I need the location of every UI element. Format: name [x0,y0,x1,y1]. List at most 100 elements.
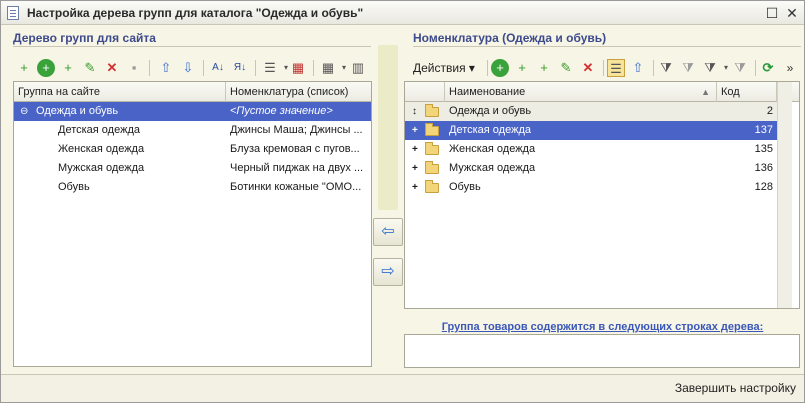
add-copy-icon[interactable]: + [535,59,553,77]
hierarchy-view-icon[interactable]: ☰ [607,59,625,77]
table-row[interactable]: ↕ Одежда и обувь 2 [405,102,777,121]
info-label: Группа товаров содержится в следующих ст… [441,321,764,333]
save-icon[interactable]: ▪ [125,59,143,77]
table-row[interactable]: + Мужская одежда 136 [405,159,777,178]
add-folder-icon[interactable]: + [15,59,33,77]
column-header-name[interactable]: Наименование ▲ [445,82,717,102]
main-window: Настройка дерева групп для каталога "Оде… [0,0,805,403]
add-copy-icon[interactable]: + [59,59,77,77]
left-grid-header: Группа на сайте Номенклатура (список) [14,82,371,102]
clear-filter-icon[interactable]: ⧩ [731,59,749,77]
add-folder-icon[interactable]: + [513,59,531,77]
folder-icon [425,142,439,155]
move-down-icon[interactable]: ⇩ [179,59,197,77]
column-header-name-label: Наименование [449,86,526,98]
maximize-button[interactable]: ☐ [763,4,781,22]
delete-icon[interactable]: ✕ [579,59,597,77]
item-code: 2 [766,105,773,117]
group-items: Джинсы Маша; Джинсы ... [230,124,363,136]
more-icon[interactable]: » [781,59,799,77]
title-bar: Настройка дерева групп для каталога "Оде… [1,1,804,25]
toolbar-separator [149,60,150,76]
column-header-items[interactable]: Номенклатура (список) [226,82,371,102]
item-name: Одежда и обувь [449,105,532,117]
table-row[interactable]: ⊖ Одежда и обувь <Пустое значение> [14,102,371,121]
refresh-icon[interactable]: ⟳ [759,59,777,77]
item-name: Обувь [449,181,481,193]
item-name: Детская одежда [449,124,531,136]
column-header-group[interactable]: Группа на сайте [14,82,226,102]
folder-icon [425,104,439,117]
right-toolbar: Действия ▾ + + + ✎ ✕ ☰ ⇧ ⧩ ⧩ ⧩ ▾ ⧩ ⟳ » [407,55,803,81]
toolbar-separator [313,60,314,76]
left-tree-grid[interactable]: Группа на сайте Номенклатура (список) ⊖ … [13,81,372,367]
left-section-title: Дерево групп для сайта [13,31,156,45]
toolbar-separator [203,60,204,76]
table-row[interactable]: Обувь Ботинки кожаные "ОМО... [14,178,371,197]
toolbar-separator [255,60,256,76]
group-name: Мужская одежда [58,162,145,174]
actions-menu-button[interactable]: Действия ▾ [413,59,485,77]
report-icon[interactable]: ▥ [349,59,367,77]
column-header-code[interactable]: Код [717,82,777,102]
toolbar-separator [487,60,488,76]
splitter-panel[interactable] [378,45,398,210]
table-row[interactable]: + Женская одежда 135 [405,140,777,159]
toolbar-separator [755,60,756,76]
edit-icon[interactable]: ✎ [81,59,99,77]
right-section-title: Номенклатура (Одежда и обувь) [413,31,607,45]
item-name: Женская одежда [449,143,536,155]
toolbar-separator [603,60,604,76]
table-row[interactable]: Женская одежда Блуза кремовая с пугов... [14,140,371,159]
left-toolbar: + + + ✎ ✕ ▪ ⇧ ⇩ A↓ Я↓ ☰ ▾ ▦ ▦ ▾ ▥ [11,55,373,81]
move-to-tree-button[interactable]: ⇦ [373,218,403,246]
item-code: 136 [754,162,773,174]
close-button[interactable]: ✕ [783,4,801,22]
folder-icon [425,161,439,174]
sort-ascending-icon: ▲ [701,87,710,97]
group-name: Одежда и обувь [36,105,119,117]
finish-setup-button[interactable]: Завершить настройку [675,381,796,395]
group-items: Ботинки кожаные "ОМО... [230,181,362,193]
expand-icon[interactable]: + [412,140,418,159]
sort-descending-icon[interactable]: Я↓ [231,59,249,77]
sort-ascending-icon[interactable]: A↓ [209,59,227,77]
add-icon[interactable]: + [491,59,509,77]
tree-rows-list[interactable] [404,334,800,368]
table-row[interactable]: + Обувь 128 [405,178,777,197]
folder-icon [425,123,439,136]
columns-icon[interactable]: ▦ [289,59,307,77]
item-code: 137 [754,124,773,136]
delete-icon[interactable]: ✕ [103,59,121,77]
folder-icon [425,180,439,193]
level-up-icon[interactable]: ↕ [412,102,417,121]
table-row[interactable]: Мужская одежда Черный пиджак на двух ... [14,159,371,178]
move-up-icon[interactable]: ⇧ [157,59,175,77]
filter-current-icon[interactable]: ⧩ [679,59,697,77]
collapse-icon[interactable]: ⊖ [20,102,34,121]
right-items-grid[interactable]: Наименование ▲ Код ↕ Одежда и обувь 2 + … [404,81,800,309]
filter-icon[interactable]: ⧩ [657,59,675,77]
column-header-icon [405,82,445,102]
table-row[interactable]: Детская одежда Джинсы Маша; Джинсы ... [14,121,371,140]
add-icon[interactable]: + [37,59,55,77]
expand-icon[interactable]: + [412,159,418,178]
group-items: Черный пиджак на двух ... [230,162,364,174]
table-row[interactable]: + Детская одежда 137 [405,121,777,140]
edit-icon[interactable]: ✎ [557,59,575,77]
vertical-scrollbar[interactable] [777,82,792,308]
move-to-list-button[interactable]: ⇨ [373,258,403,286]
toolbar-separator [653,60,654,76]
item-code: 128 [754,181,773,193]
right-section-divider [413,46,801,47]
group-items: <Пустое значение> [230,105,333,117]
footer-bar: Завершить настройку [1,374,804,402]
group-items: Блуза кремовая с пугов... [230,143,360,155]
window-title: Настройка дерева групп для каталога "Оде… [27,6,364,20]
level-up-icon[interactable]: ⇧ [629,59,647,77]
group-name: Детская одежда [58,124,140,136]
expand-icon[interactable]: + [412,121,418,140]
left-section-divider [13,46,371,47]
expand-icon[interactable]: + [412,178,418,197]
item-name: Мужская одежда [449,162,536,174]
